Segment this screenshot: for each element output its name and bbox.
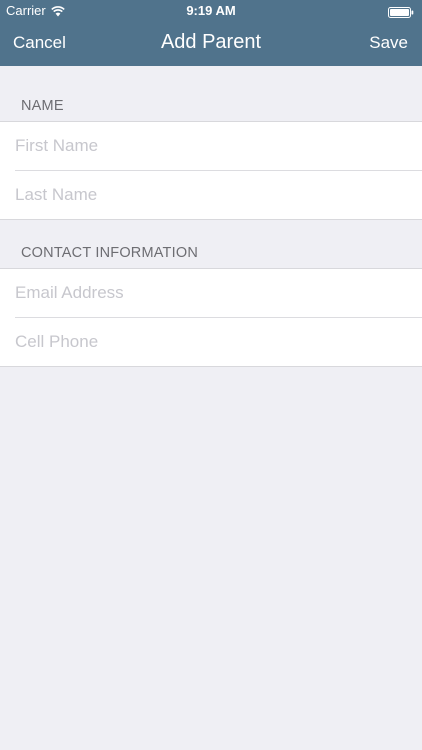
email-row	[0, 269, 422, 318]
page-title: Add Parent	[160, 31, 262, 53]
last-name-field[interactable]	[15, 170, 410, 219]
add-parent-screen: Carrier 9:19 AM Cancel Add Parent Save N…	[0, 0, 422, 750]
name-section-header: NAME	[21, 98, 64, 114]
name-group	[0, 121, 422, 220]
first-name-row	[0, 122, 422, 171]
save-button[interactable]: Save	[369, 33, 408, 53]
email-field[interactable]	[15, 269, 410, 317]
header: Carrier 9:19 AM Cancel Add Parent Save	[0, 0, 422, 66]
status-time: 9:19 AM	[186, 3, 236, 18]
nav-bar: Cancel Add Parent Save	[0, 22, 422, 66]
contact-group	[0, 268, 422, 367]
phone-row	[0, 317, 422, 367]
status-bar: Carrier 9:19 AM	[0, 0, 422, 22]
cell-phone-field[interactable]	[15, 317, 410, 366]
first-name-field[interactable]	[15, 122, 410, 170]
contact-section-header: CONTACT INFORMATION	[21, 245, 198, 261]
last-name-row	[0, 170, 422, 220]
battery-icon	[388, 6, 414, 18]
